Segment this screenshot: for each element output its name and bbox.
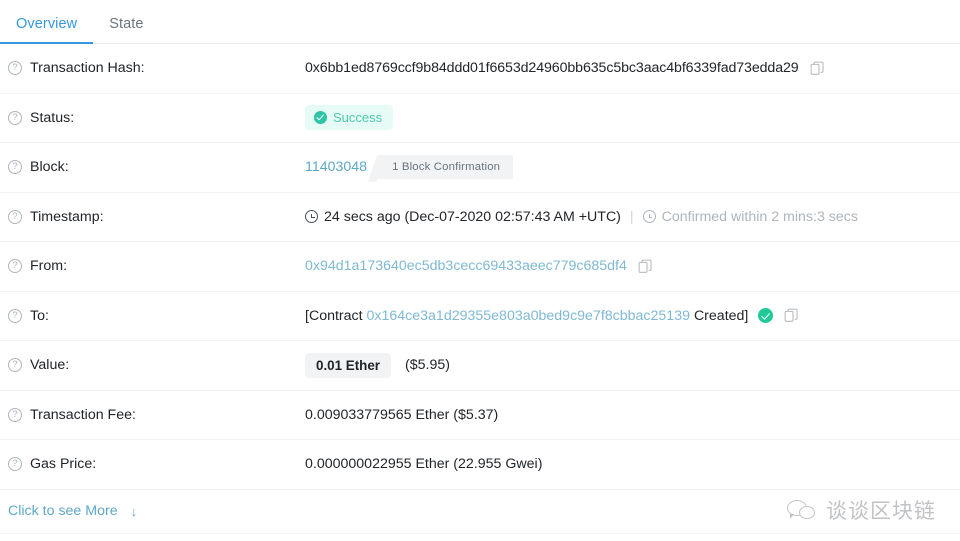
help-icon[interactable]: ? bbox=[8, 209, 22, 224]
row-timestamp: ? Timestamp: 24 secs ago (Dec-07-2020 02… bbox=[0, 193, 960, 242]
label-transaction-fee: ? Transaction Fee: bbox=[8, 407, 305, 423]
detail-rows: ? Transaction Hash: 0x6bb1ed8769ccf9b84d… bbox=[0, 44, 960, 534]
label-to: ? To: bbox=[8, 308, 305, 324]
see-more-label: Click to see More bbox=[8, 503, 118, 519]
label-text: Transaction Hash: bbox=[30, 60, 145, 77]
timestamp-primary: 24 secs ago (Dec-07-2020 02:57:43 AM +UT… bbox=[305, 209, 621, 225]
value-amount: 0.01 Ether ($5.95) bbox=[305, 352, 960, 378]
row-transaction-fee: ? Transaction Fee: 0.009033779565 Ether … bbox=[0, 391, 960, 440]
check-circle-icon bbox=[314, 111, 327, 125]
label-from: ? From: bbox=[8, 258, 305, 274]
value-transaction-fee: 0.009033779565 Ether ($5.37) bbox=[305, 406, 499, 423]
row-gas-price: ? Gas Price: 0.000000022955 Ether (22.95… bbox=[0, 440, 960, 490]
help-icon[interactable]: ? bbox=[8, 308, 22, 323]
value-timestamp: 24 secs ago (Dec-07-2020 02:57:43 AM +UT… bbox=[305, 209, 960, 225]
tab-overview[interactable]: Overview bbox=[0, 16, 94, 44]
timestamp-relative: 24 secs ago (Dec-07-2020 02:57:43 AM +UT… bbox=[324, 208, 621, 225]
row-see-more: Click to see More ↓ bbox=[0, 490, 960, 534]
help-icon[interactable]: ? bbox=[8, 110, 22, 125]
label-gas-price: ? Gas Price: bbox=[8, 456, 305, 472]
transaction-hash-value: 0x6bb1ed8769ccf9b84ddd01f6653d24960bb635… bbox=[305, 60, 799, 77]
status-badge-label: Success bbox=[333, 110, 383, 126]
value-to: [Contract 0x164ce3a1d29355e803a0bed9c9e7… bbox=[305, 308, 960, 324]
tab-bar: Overview State bbox=[0, 0, 960, 44]
block-confirmation-badge: 1 Block Confirmation bbox=[368, 155, 514, 183]
label-transaction-hash: ? Transaction Hash: bbox=[8, 60, 305, 76]
label-text: To: bbox=[30, 307, 49, 324]
timestamp-separator: | bbox=[629, 208, 634, 225]
tab-state[interactable]: State bbox=[93, 16, 159, 43]
label-block: ? Block: bbox=[8, 159, 305, 175]
contract-suffix: Created] bbox=[693, 307, 749, 324]
row-value: ? Value: 0.01 Ether ($5.95) bbox=[0, 341, 960, 391]
clock-icon bbox=[642, 210, 656, 224]
status-badge: Success bbox=[305, 105, 394, 131]
copy-icon[interactable] bbox=[810, 61, 825, 76]
see-more-link[interactable]: Click to see More ↓ bbox=[8, 503, 137, 519]
row-status: ? Status: Success bbox=[0, 94, 960, 143]
label-value: ? Value: bbox=[8, 357, 305, 373]
row-from: ? From: 0x94d1a173640ec5db3cecc69433aeec… bbox=[0, 242, 960, 292]
contract-address-link[interactable]: 0x164ce3a1d29355e803a0bed9c9e7f8cbbac251… bbox=[367, 308, 690, 324]
row-transaction-hash: ? Transaction Hash: 0x6bb1ed8769ccf9b84d… bbox=[0, 44, 960, 94]
verified-check-icon bbox=[758, 308, 774, 324]
timestamp-confirmed: Confirmed within 2 mins:3 secs bbox=[642, 208, 858, 225]
ether-amount-chip: 0.01 Ether bbox=[305, 352, 392, 378]
label-text: Timestamp: bbox=[30, 208, 104, 225]
help-icon[interactable]: ? bbox=[8, 358, 22, 373]
transaction-details-page: Overview State ? Transaction Hash: 0x6bb… bbox=[0, 0, 960, 541]
help-icon[interactable]: ? bbox=[8, 259, 22, 274]
label-text: Gas Price: bbox=[30, 456, 97, 473]
help-icon[interactable]: ? bbox=[8, 407, 22, 422]
value-gas-price: 0.000000022955 Ether (22.955 Gwei) bbox=[305, 456, 543, 473]
block-number-link[interactable]: 11403048 bbox=[305, 159, 367, 175]
arrow-down-icon: ↓ bbox=[130, 503, 138, 519]
from-address-link[interactable]: 0x94d1a173640ec5db3cecc69433aeec779c685d… bbox=[305, 258, 627, 274]
value-from: 0x94d1a173640ec5db3cecc69433aeec779c685d… bbox=[305, 258, 960, 274]
label-status: ? Status: bbox=[8, 110, 305, 126]
label-text: Value: bbox=[30, 357, 70, 374]
label-text: Status: bbox=[30, 109, 75, 126]
copy-icon[interactable] bbox=[784, 308, 799, 323]
value-transaction-hash: 0x6bb1ed8769ccf9b84ddd01f6653d24960bb635… bbox=[305, 60, 960, 76]
usd-amount: ($5.95) bbox=[405, 357, 450, 374]
label-text: Transaction Fee: bbox=[30, 406, 136, 423]
label-timestamp: ? Timestamp: bbox=[8, 209, 305, 225]
clock-icon bbox=[305, 210, 318, 224]
row-block: ? Block: 11403048 1 Block Confirmation bbox=[0, 143, 960, 193]
help-icon[interactable]: ? bbox=[8, 457, 22, 472]
help-icon[interactable]: ? bbox=[8, 61, 22, 76]
contract-prefix: [Contract bbox=[305, 307, 363, 324]
label-text: From: bbox=[30, 258, 68, 275]
timestamp-confirmed-text: Confirmed within 2 mins:3 secs bbox=[661, 208, 858, 225]
copy-icon[interactable] bbox=[638, 259, 653, 274]
value-status: Success bbox=[305, 105, 960, 131]
label-text: Block: bbox=[30, 159, 69, 176]
row-to: ? To: [Contract 0x164ce3a1d29355e803a0be… bbox=[0, 292, 960, 341]
value-block: 11403048 1 Block Confirmation bbox=[305, 155, 960, 183]
help-icon[interactable]: ? bbox=[8, 160, 22, 175]
